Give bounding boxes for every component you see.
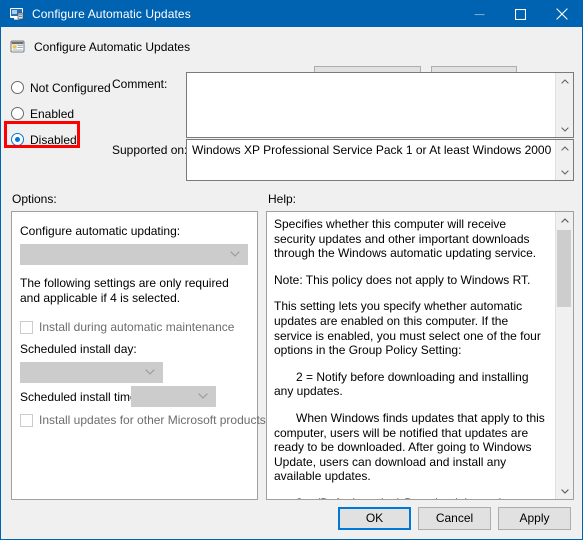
checkbox-label: Install updates for other Microsoft prod… [39, 413, 266, 427]
scheduled-install-day-label: Scheduled install day: [20, 342, 137, 356]
supported-on-label: Supported on: [112, 143, 188, 157]
radio-label: Not Configured [30, 80, 111, 95]
configure-automatic-updates-dialog: Configure Automatic Updates Configure Au… [0, 0, 583, 540]
cancel-button[interactable]: Cancel [418, 507, 491, 530]
options-label: Options: [12, 192, 57, 206]
comment-label: Comment: [112, 77, 168, 91]
radio-label: Enabled [30, 106, 75, 121]
footer-buttons: OK Cancel Apply [338, 507, 571, 530]
scroll-down-icon[interactable] [556, 164, 573, 180]
apply-button[interactable]: Apply [498, 507, 571, 530]
configure-updating-label: Configure automatic updating: [20, 224, 181, 238]
checkbox-icon [20, 413, 33, 427]
scheduled-install-time-label: Scheduled install time: [20, 390, 141, 404]
close-icon [555, 8, 568, 20]
minimize-icon [474, 13, 485, 15]
radio-icon [11, 107, 24, 120]
close-button[interactable] [541, 1, 582, 27]
setting-state-region: Not Configured Enabled Disabled Comment:… [1, 67, 582, 183]
comment-textbox[interactable] [186, 72, 574, 138]
dialog-header: Configure Automatic Updates Previous Set… [1, 27, 582, 89]
supported-on-value: Windows XP Professional Service Pack 1 o… [192, 143, 555, 157]
radio-disabled[interactable]: Disabled [11, 131, 77, 148]
help-label: Help: [268, 192, 297, 206]
scheduled-install-day-dropdown[interactable] [20, 362, 163, 383]
help-text: Specifies whether this computer will rec… [267, 212, 555, 499]
help-paragraph: Note: This policy does not apply to Wind… [274, 272, 531, 287]
setting-title: Configure Automatic Updates [34, 40, 191, 54]
radio-icon [11, 81, 24, 94]
policy-setting-icon [10, 39, 26, 55]
supported-on-textbox[interactable]: Windows XP Professional Service Pack 1 o… [186, 139, 574, 181]
help-scrollbar-thumb[interactable] [557, 230, 571, 307]
dialog-footer: OK Cancel Apply [1, 499, 582, 539]
checkbox-install-other-products[interactable]: Install updates for other Microsoft prod… [20, 413, 266, 427]
window-title: Configure Automatic Updates [32, 7, 191, 21]
scroll-up-icon[interactable] [556, 140, 573, 156]
maximize-button[interactable] [500, 1, 541, 27]
help-paragraph: This setting lets you specify whether au… [274, 299, 541, 358]
radio-selected-icon [11, 133, 24, 146]
window-controls [459, 1, 582, 27]
scroll-up-icon[interactable] [556, 212, 573, 228]
minimize-button[interactable] [459, 1, 500, 27]
help-paragraph: 2 = Notify before downloading and instal… [274, 369, 529, 399]
help-paragraph: When Windows finds updates that apply to… [274, 410, 545, 484]
chevron-down-icon [230, 250, 240, 259]
supported-on-scrollbar[interactable] [555, 140, 573, 180]
scheduled-install-time-dropdown[interactable] [131, 386, 216, 407]
chevron-down-icon [145, 368, 155, 377]
scroll-down-icon[interactable] [556, 483, 573, 499]
maximize-icon [515, 8, 526, 20]
policy-setting-icon [9, 6, 25, 22]
checkbox-icon [20, 320, 33, 334]
radio-label: Disabled [30, 132, 77, 147]
options-panel: Configure automatic updating: The follow… [11, 211, 266, 500]
comment-value[interactable] [187, 73, 555, 137]
title-bar[interactable]: Configure Automatic Updates [1, 1, 582, 27]
checkbox-label: Install during automatic maintenance [39, 320, 235, 334]
help-panel: Specifies whether this computer will rec… [266, 211, 574, 500]
help-scrollbar[interactable] [555, 212, 573, 499]
checkbox-install-during-maintenance[interactable]: Install during automatic maintenance [20, 320, 234, 334]
radio-enabled[interactable]: Enabled [11, 105, 74, 122]
chevron-down-icon [198, 392, 208, 401]
radio-not-configured[interactable]: Not Configured [11, 79, 111, 96]
scroll-down-icon[interactable] [556, 121, 573, 137]
help-paragraph: Specifies whether this computer will rec… [274, 217, 537, 261]
comment-scrollbar[interactable] [555, 73, 573, 137]
ok-button[interactable]: OK [338, 507, 411, 530]
configure-updating-dropdown[interactable] [20, 244, 248, 265]
applicability-note: The following settings are only required… [20, 276, 229, 305]
scroll-up-icon[interactable] [556, 73, 573, 89]
